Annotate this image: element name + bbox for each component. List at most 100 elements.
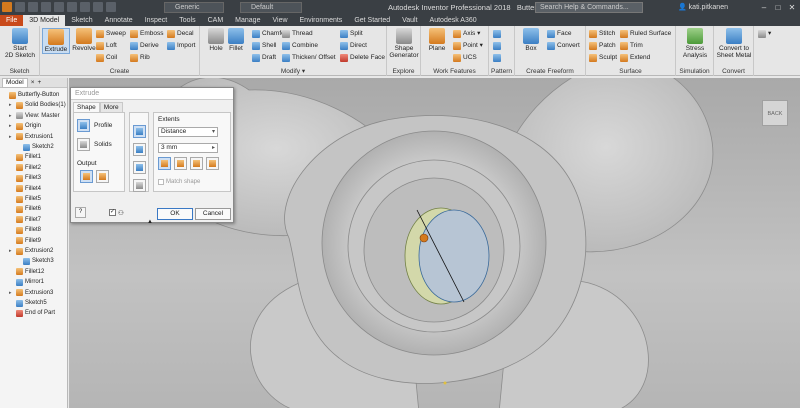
- browser-node[interactable]: Sketch5: [9, 298, 47, 308]
- new-solid-button[interactable]: [133, 179, 146, 192]
- browser-node[interactable]: Sketch3: [16, 256, 54, 266]
- decal-button[interactable]: Decal: [167, 29, 194, 39]
- axis-button[interactable]: Axis ▾: [453, 29, 480, 39]
- preview-checkbox[interactable]: ✓: [109, 209, 116, 216]
- box-button[interactable]: Box: [517, 28, 545, 52]
- import-button[interactable]: Import: [167, 41, 195, 51]
- browser-node[interactable]: End of Part: [9, 308, 55, 318]
- browser-node[interactable]: Fillet12: [9, 267, 44, 277]
- face-button[interactable]: Face: [547, 29, 571, 39]
- save-icon[interactable]: [41, 2, 51, 12]
- intersect-operation-button[interactable]: [133, 161, 146, 174]
- browser-node[interactable]: ▸ Extrusion2: [9, 246, 53, 256]
- rectangular-pattern-button[interactable]: [493, 29, 501, 39]
- ribbon-options-button[interactable]: ▾: [758, 29, 771, 39]
- browser-node[interactable]: Fillet8: [9, 225, 41, 235]
- ok-button[interactable]: OK: [157, 208, 193, 220]
- tab-sketch[interactable]: Sketch: [65, 15, 98, 26]
- browser-node[interactable]: Fillet6: [9, 204, 41, 214]
- asymmetric-button[interactable]: [206, 157, 219, 170]
- shape-generator-button[interactable]: Shape Generator: [389, 28, 419, 59]
- extents-type-select[interactable]: Distance: [158, 127, 218, 137]
- delete-face-button[interactable]: Delete Face: [340, 53, 385, 63]
- thicken-offset-button[interactable]: Thicken/ Offset: [282, 53, 336, 63]
- open-icon[interactable]: [28, 2, 38, 12]
- add-icon[interactable]: +: [38, 79, 42, 86]
- extend-button[interactable]: Extend: [620, 53, 650, 63]
- ucs-button[interactable]: UCS: [453, 53, 477, 63]
- tab-inspect[interactable]: Inspect: [139, 15, 174, 26]
- revolve-button[interactable]: Revolve: [70, 28, 98, 52]
- maximize-icon[interactable]: □: [772, 1, 784, 13]
- user-account[interactable]: 👤 kati.pitkanen: [678, 3, 728, 11]
- expand-arrow-icon[interactable]: ▸: [9, 123, 14, 129]
- stress-analysis-button[interactable]: Stress Analysis: [679, 28, 711, 59]
- profile-select-button[interactable]: [77, 119, 90, 132]
- help-search-input[interactable]: Search Help & Commands...: [535, 2, 643, 13]
- dialog-collapse-icon[interactable]: ▲: [147, 219, 153, 225]
- redo-icon[interactable]: [67, 2, 77, 12]
- tab-file[interactable]: File: [0, 15, 24, 26]
- tab-get-started[interactable]: Get Started: [348, 15, 396, 26]
- emboss-button[interactable]: Emboss: [130, 29, 163, 39]
- minimize-icon[interactable]: –: [758, 1, 770, 13]
- convert-button[interactable]: Convert: [547, 41, 580, 51]
- join-operation-button[interactable]: [133, 125, 146, 138]
- update-icon[interactable]: [93, 2, 103, 12]
- inventor-logo-icon[interactable]: [2, 2, 12, 12]
- expand-arrow-icon[interactable]: ▸: [9, 134, 14, 140]
- browser-node[interactable]: Fillet3: [9, 173, 41, 183]
- tab-3d-model[interactable]: 3D Model: [23, 15, 66, 26]
- viewcube[interactable]: BACK: [762, 100, 788, 126]
- extrude-button[interactable]: Extrude: [42, 28, 70, 54]
- cut-operation-button[interactable]: [133, 143, 146, 156]
- fillet-button[interactable]: Fillet: [222, 28, 250, 52]
- browser-node[interactable]: Fillet5: [9, 194, 41, 204]
- browser-node[interactable]: Butterfly-Button: [2, 90, 59, 100]
- patch-button[interactable]: Patch: [589, 41, 616, 51]
- distance-input[interactable]: 3 mm: [158, 143, 218, 153]
- browser-node[interactable]: Mirror1: [9, 277, 44, 287]
- browser-node[interactable]: ▸ Extrusion3: [9, 288, 53, 298]
- browser-node[interactable]: Fillet1: [9, 152, 41, 162]
- tab-vault[interactable]: Vault: [396, 15, 423, 26]
- appearance-combo[interactable]: Generic: [164, 2, 224, 13]
- sculpt-button[interactable]: Sculpt: [589, 53, 617, 63]
- browser-node[interactable]: Fillet9: [9, 236, 41, 246]
- tab-autodesk-a360[interactable]: Autodesk A360: [424, 15, 483, 26]
- select-icon[interactable]: [106, 2, 116, 12]
- output-surface-button[interactable]: [96, 170, 109, 183]
- start-2d-sketch-button[interactable]: Start 2D Sketch: [4, 28, 36, 59]
- tab-cam[interactable]: CAM: [202, 15, 230, 26]
- undo-icon[interactable]: [54, 2, 64, 12]
- shell-button[interactable]: Shell: [252, 41, 276, 51]
- material-combo[interactable]: Default: [240, 2, 302, 13]
- close-icon[interactable]: ×: [31, 79, 35, 86]
- browser-node[interactable]: Fillet2: [9, 163, 41, 173]
- close-icon[interactable]: ✕: [786, 1, 798, 13]
- output-solid-button[interactable]: [80, 170, 93, 183]
- browser-node[interactable]: Fillet4: [9, 184, 41, 194]
- sweep-button[interactable]: Sweep: [96, 29, 126, 39]
- thread-button[interactable]: Thread: [282, 29, 313, 39]
- tab-shape[interactable]: Shape: [73, 102, 100, 112]
- coil-button[interactable]: Coil: [96, 53, 117, 63]
- tab-manage[interactable]: Manage: [229, 15, 266, 26]
- match-shape-option[interactable]: Match shape: [158, 179, 200, 185]
- browser-node[interactable]: ▸ Solid Bodies(1): [9, 100, 66, 110]
- tab-more[interactable]: More: [99, 102, 123, 112]
- trim-button[interactable]: Trim: [620, 41, 643, 51]
- plane-button[interactable]: Plane: [423, 28, 451, 52]
- browser-node[interactable]: ▸ View: Master: [9, 111, 60, 121]
- browser-tab-model[interactable]: Model: [2, 77, 28, 88]
- tab-annotate[interactable]: Annotate: [99, 15, 139, 26]
- convert-to-sheet-metal-button[interactable]: Convert to Sheet Metal: [716, 28, 752, 59]
- tab-view[interactable]: View: [266, 15, 293, 26]
- direct-button[interactable]: Direct: [340, 41, 367, 51]
- stitch-button[interactable]: Stitch: [589, 29, 615, 39]
- browser-node[interactable]: ▸ Extrusion1: [9, 132, 53, 142]
- browser-node[interactable]: Sketch2: [16, 142, 54, 152]
- draft-button[interactable]: Draft: [252, 53, 276, 63]
- browser-node[interactable]: Fillet7: [9, 215, 41, 225]
- loft-button[interactable]: Loft: [96, 41, 117, 51]
